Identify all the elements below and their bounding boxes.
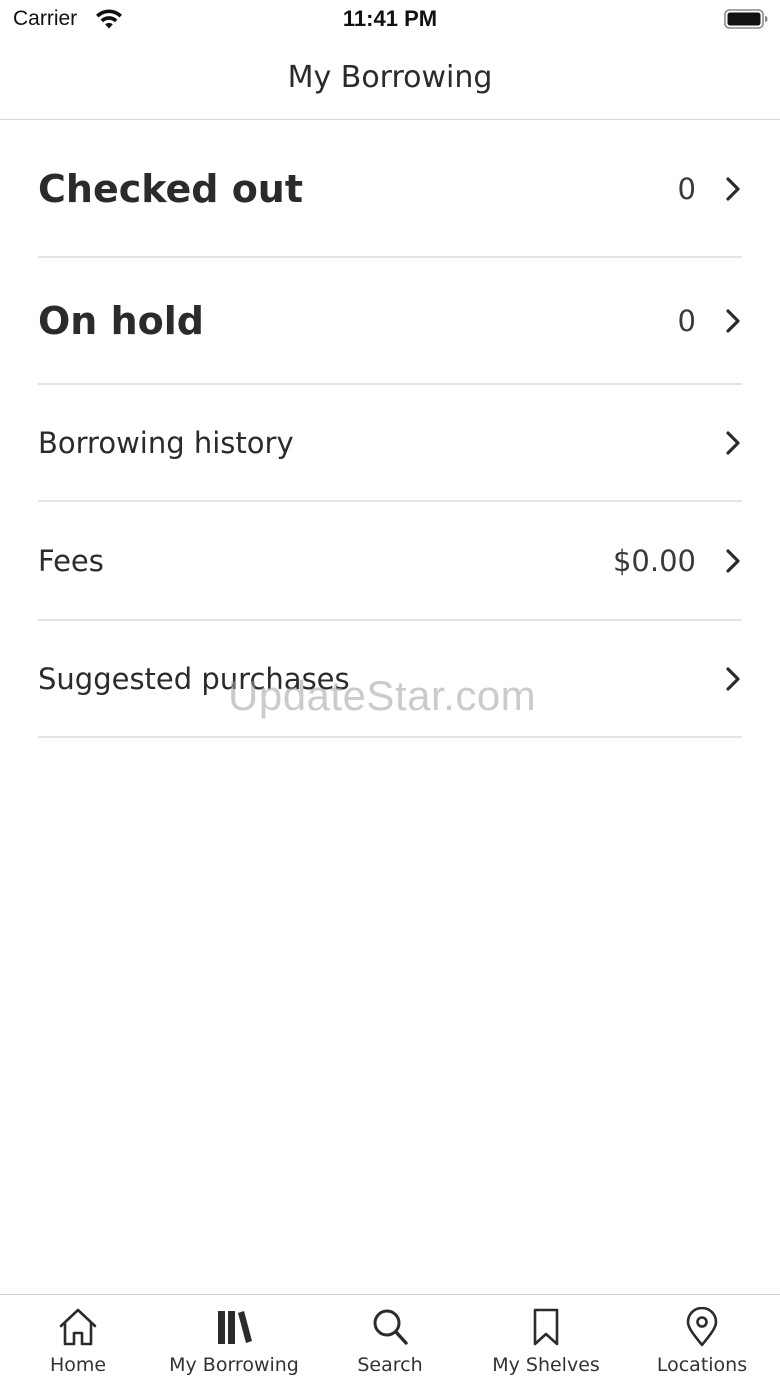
status-bar: Carrier 11:41 PM xyxy=(0,0,780,40)
borrowing-list: Checked out 0 On hold 0 Borrowing histor… xyxy=(38,121,742,738)
row-label: Borrowing history xyxy=(38,425,294,460)
location-pin-icon xyxy=(686,1307,718,1347)
app-screen: Carrier 11:41 PM My Borrowing Checked ou… xyxy=(0,0,780,1387)
chevron-right-icon xyxy=(726,548,740,573)
chevron-right-icon xyxy=(726,430,740,455)
tab-label: My Borrowing xyxy=(169,1354,299,1376)
bookmark-icon xyxy=(533,1308,559,1346)
row-label: On hold xyxy=(38,298,204,343)
row-checked-out[interactable]: Checked out 0 xyxy=(38,121,742,258)
chevron-right-icon xyxy=(726,176,740,201)
tab-bar: Home My Borrowing Search My Shelves Loca… xyxy=(0,1294,780,1387)
tab-my-borrowing[interactable]: My Borrowing xyxy=(156,1295,312,1387)
row-on-hold[interactable]: On hold 0 xyxy=(38,258,742,385)
row-fees[interactable]: Fees $0.00 xyxy=(38,502,742,621)
tab-label: Search xyxy=(357,1354,423,1376)
tab-my-shelves[interactable]: My Shelves xyxy=(468,1295,624,1387)
fees-amount: $0.00 xyxy=(612,543,696,578)
tab-home[interactable]: Home xyxy=(0,1295,156,1387)
navigation-bar: My Borrowing xyxy=(0,40,780,120)
tab-label: Locations xyxy=(656,1354,748,1376)
home-icon xyxy=(59,1308,97,1346)
row-count: 0 xyxy=(677,303,696,338)
tab-locations[interactable]: Locations xyxy=(624,1295,780,1387)
chevron-right-icon xyxy=(726,666,740,691)
search-icon xyxy=(373,1309,408,1345)
battery-icon xyxy=(724,9,768,29)
tab-label: My Shelves xyxy=(492,1354,600,1376)
tab-label: Home xyxy=(49,1354,107,1376)
row-borrowing-history[interactable]: Borrowing history xyxy=(38,385,742,502)
books-icon xyxy=(218,1311,252,1344)
status-time: 11:41 PM xyxy=(342,6,438,31)
row-label: Fees xyxy=(38,543,104,578)
watermark: UpdateStar.com xyxy=(228,672,537,719)
row-count: 0 xyxy=(677,171,696,206)
page-title: My Borrowing xyxy=(287,60,493,95)
tab-search[interactable]: Search xyxy=(312,1295,468,1387)
row-label: Checked out xyxy=(38,166,304,211)
chevron-right-icon xyxy=(726,308,740,333)
